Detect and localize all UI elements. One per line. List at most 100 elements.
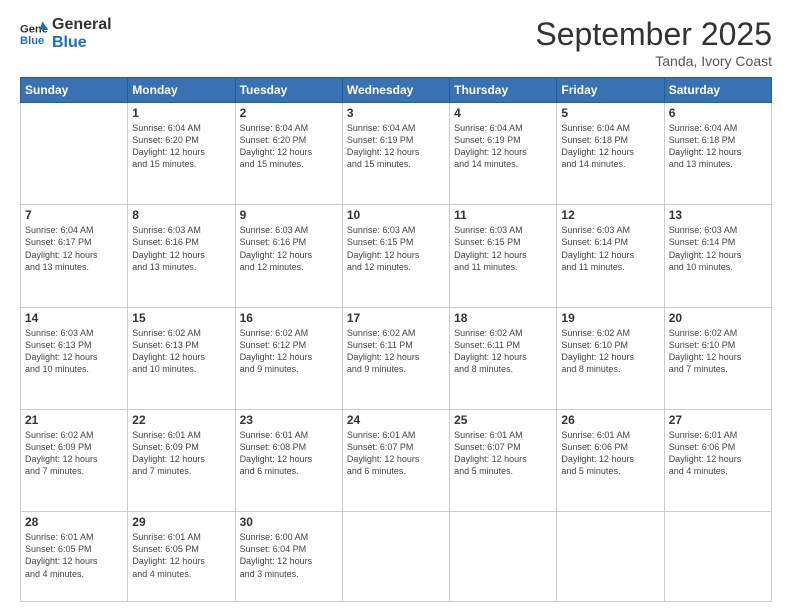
day-info: Sunrise: 6:04 AMSunset: 6:19 PMDaylight:…	[347, 122, 445, 171]
day-number: 24	[347, 413, 445, 427]
calendar-table: SundayMondayTuesdayWednesdayThursdayFrid…	[20, 77, 772, 602]
day-info: Sunrise: 6:01 AMSunset: 6:07 PMDaylight:…	[454, 429, 552, 478]
calendar-cell: 7 Sunrise: 6:04 AMSunset: 6:17 PMDaylight…	[21, 205, 128, 307]
calendar-cell	[664, 512, 771, 602]
day-number: 7	[25, 208, 123, 222]
col-header-friday: Friday	[557, 78, 664, 103]
day-number: 26	[561, 413, 659, 427]
calendar-cell: 11 Sunrise: 6:03 AMSunset: 6:15 PMDayligh…	[450, 205, 557, 307]
calendar-cell: 20Sunrise: 6:02 AMSunset: 6:10 PMDayligh…	[664, 307, 771, 409]
week-row-4: 21 Sunrise: 6:02 AMSunset: 6:09 PMDayligh…	[21, 409, 772, 511]
calendar-cell: 24 Sunrise: 6:01 AMSunset: 6:07 PMDayligh…	[342, 409, 449, 511]
calendar-cell: 28 Sunrise: 6:01 AMSunset: 6:05 PMDayligh…	[21, 512, 128, 602]
col-header-thursday: Thursday	[450, 78, 557, 103]
week-row-2: 7 Sunrise: 6:04 AMSunset: 6:17 PMDaylight…	[21, 205, 772, 307]
day-number: 4	[454, 106, 552, 120]
calendar-cell: 26Sunrise: 6:01 AMSunset: 6:06 PMDayligh…	[557, 409, 664, 511]
day-info: Sunrise: 6:02 AMSunset: 6:12 PMDaylight:…	[240, 327, 338, 376]
day-number: 2	[240, 106, 338, 120]
day-number: 16	[240, 311, 338, 325]
calendar-cell: 16 Sunrise: 6:02 AMSunset: 6:12 PMDayligh…	[235, 307, 342, 409]
day-info: Sunrise: 6:03 AMSunset: 6:13 PMDaylight:…	[25, 327, 123, 376]
day-info: Sunrise: 6:02 AMSunset: 6:11 PMDaylight:…	[347, 327, 445, 376]
day-number: 6	[669, 106, 767, 120]
day-info: Sunrise: 6:01 AMSunset: 6:05 PMDaylight:…	[25, 531, 123, 580]
calendar-cell: 23Sunrise: 6:01 AMSunset: 6:08 PMDayligh…	[235, 409, 342, 511]
day-info: Sunrise: 6:04 AMSunset: 6:17 PMDaylight:…	[25, 224, 123, 273]
day-info: Sunrise: 6:04 AMSunset: 6:20 PMDaylight:…	[132, 122, 230, 171]
day-number: 19	[561, 311, 659, 325]
day-info: Sunrise: 6:04 AMSunset: 6:18 PMDaylight:…	[669, 122, 767, 171]
day-number: 30	[240, 515, 338, 529]
calendar-cell: 25 Sunrise: 6:01 AMSunset: 6:07 PMDayligh…	[450, 409, 557, 511]
logo-blue-text: Blue	[52, 34, 112, 52]
col-header-monday: Monday	[128, 78, 235, 103]
day-info: Sunrise: 6:04 AMSunset: 6:18 PMDaylight:…	[561, 122, 659, 171]
calendar-cell	[342, 512, 449, 602]
day-info: Sunrise: 6:01 AMSunset: 6:06 PMDaylight:…	[669, 429, 767, 478]
calendar-cell: 6 Sunrise: 6:04 AMSunset: 6:18 PMDaylight…	[664, 103, 771, 205]
col-header-sunday: Sunday	[21, 78, 128, 103]
day-info: Sunrise: 6:02 AMSunset: 6:10 PMDaylight:…	[561, 327, 659, 376]
calendar-cell: 1Sunrise: 6:04 AMSunset: 6:20 PMDaylight…	[128, 103, 235, 205]
calendar-cell: 17 Sunrise: 6:02 AMSunset: 6:11 PMDayligh…	[342, 307, 449, 409]
calendar-cell	[450, 512, 557, 602]
calendar-header-row: SundayMondayTuesdayWednesdayThursdayFrid…	[21, 78, 772, 103]
day-number: 14	[25, 311, 123, 325]
col-header-saturday: Saturday	[664, 78, 771, 103]
week-row-3: 14 Sunrise: 6:03 AMSunset: 6:13 PMDayligh…	[21, 307, 772, 409]
day-number: 18	[454, 311, 552, 325]
calendar-cell: 12Sunrise: 6:03 AMSunset: 6:14 PMDayligh…	[557, 205, 664, 307]
col-header-wednesday: Wednesday	[342, 78, 449, 103]
title-block: September 2025 Tanda, Ivory Coast	[535, 16, 772, 69]
svg-text:Blue: Blue	[20, 34, 44, 46]
calendar-cell: 19 Sunrise: 6:02 AMSunset: 6:10 PMDayligh…	[557, 307, 664, 409]
logo-general-text: General	[52, 16, 112, 34]
day-info: Sunrise: 6:03 AMSunset: 6:15 PMDaylight:…	[347, 224, 445, 273]
day-number: 5	[561, 106, 659, 120]
day-info: Sunrise: 6:02 AMSunset: 6:11 PMDaylight:…	[454, 327, 552, 376]
calendar-cell	[557, 512, 664, 602]
week-row-1: 1Sunrise: 6:04 AMSunset: 6:20 PMDaylight…	[21, 103, 772, 205]
logo-icon: General Blue	[20, 20, 48, 48]
col-header-tuesday: Tuesday	[235, 78, 342, 103]
calendar-cell: 9 Sunrise: 6:03 AMSunset: 6:16 PMDaylight…	[235, 205, 342, 307]
calendar-cell	[21, 103, 128, 205]
calendar-cell: 14 Sunrise: 6:03 AMSunset: 6:13 PMDayligh…	[21, 307, 128, 409]
day-info: Sunrise: 6:03 AMSunset: 6:16 PMDaylight:…	[240, 224, 338, 273]
calendar-cell: 21 Sunrise: 6:02 AMSunset: 6:09 PMDayligh…	[21, 409, 128, 511]
day-number: 21	[25, 413, 123, 427]
calendar-cell: 22Sunrise: 6:01 AMSunset: 6:09 PMDayligh…	[128, 409, 235, 511]
logo: General Blue General Blue	[20, 16, 112, 51]
day-number: 28	[25, 515, 123, 529]
week-row-5: 28 Sunrise: 6:01 AMSunset: 6:05 PMDayligh…	[21, 512, 772, 602]
day-number: 17	[347, 311, 445, 325]
day-number: 27	[669, 413, 767, 427]
calendar-cell: 18 Sunrise: 6:02 AMSunset: 6:11 PMDayligh…	[450, 307, 557, 409]
day-number: 13	[669, 208, 767, 222]
day-number: 9	[240, 208, 338, 222]
day-number: 20	[669, 311, 767, 325]
calendar-cell: 13Sunrise: 6:03 AMSunset: 6:14 PMDayligh…	[664, 205, 771, 307]
calendar-cell: 29Sunrise: 6:01 AMSunset: 6:05 PMDayligh…	[128, 512, 235, 602]
calendar-cell: 4Sunrise: 6:04 AMSunset: 6:19 PMDaylight…	[450, 103, 557, 205]
day-number: 15	[132, 311, 230, 325]
day-info: Sunrise: 6:03 AMSunset: 6:16 PMDaylight:…	[132, 224, 230, 273]
day-number: 22	[132, 413, 230, 427]
day-number: 29	[132, 515, 230, 529]
day-number: 25	[454, 413, 552, 427]
header: General Blue General Blue September 2025…	[20, 16, 772, 69]
day-info: Sunrise: 6:01 AMSunset: 6:08 PMDaylight:…	[240, 429, 338, 478]
day-info: Sunrise: 6:04 AMSunset: 6:20 PMDaylight:…	[240, 122, 338, 171]
day-info: Sunrise: 6:02 AMSunset: 6:13 PMDaylight:…	[132, 327, 230, 376]
location-subtitle: Tanda, Ivory Coast	[535, 53, 772, 69]
day-info: Sunrise: 6:03 AMSunset: 6:15 PMDaylight:…	[454, 224, 552, 273]
day-info: Sunrise: 6:00 AMSunset: 6:04 PMDaylight:…	[240, 531, 338, 580]
calendar-cell: 30 Sunrise: 6:00 AMSunset: 6:04 PMDayligh…	[235, 512, 342, 602]
month-title: September 2025	[535, 16, 772, 53]
day-info: Sunrise: 6:01 AMSunset: 6:07 PMDaylight:…	[347, 429, 445, 478]
page: General Blue General Blue September 2025…	[0, 0, 792, 612]
day-number: 11	[454, 208, 552, 222]
day-info: Sunrise: 6:02 AMSunset: 6:09 PMDaylight:…	[25, 429, 123, 478]
calendar-cell: 15 Sunrise: 6:02 AMSunset: 6:13 PMDayligh…	[128, 307, 235, 409]
